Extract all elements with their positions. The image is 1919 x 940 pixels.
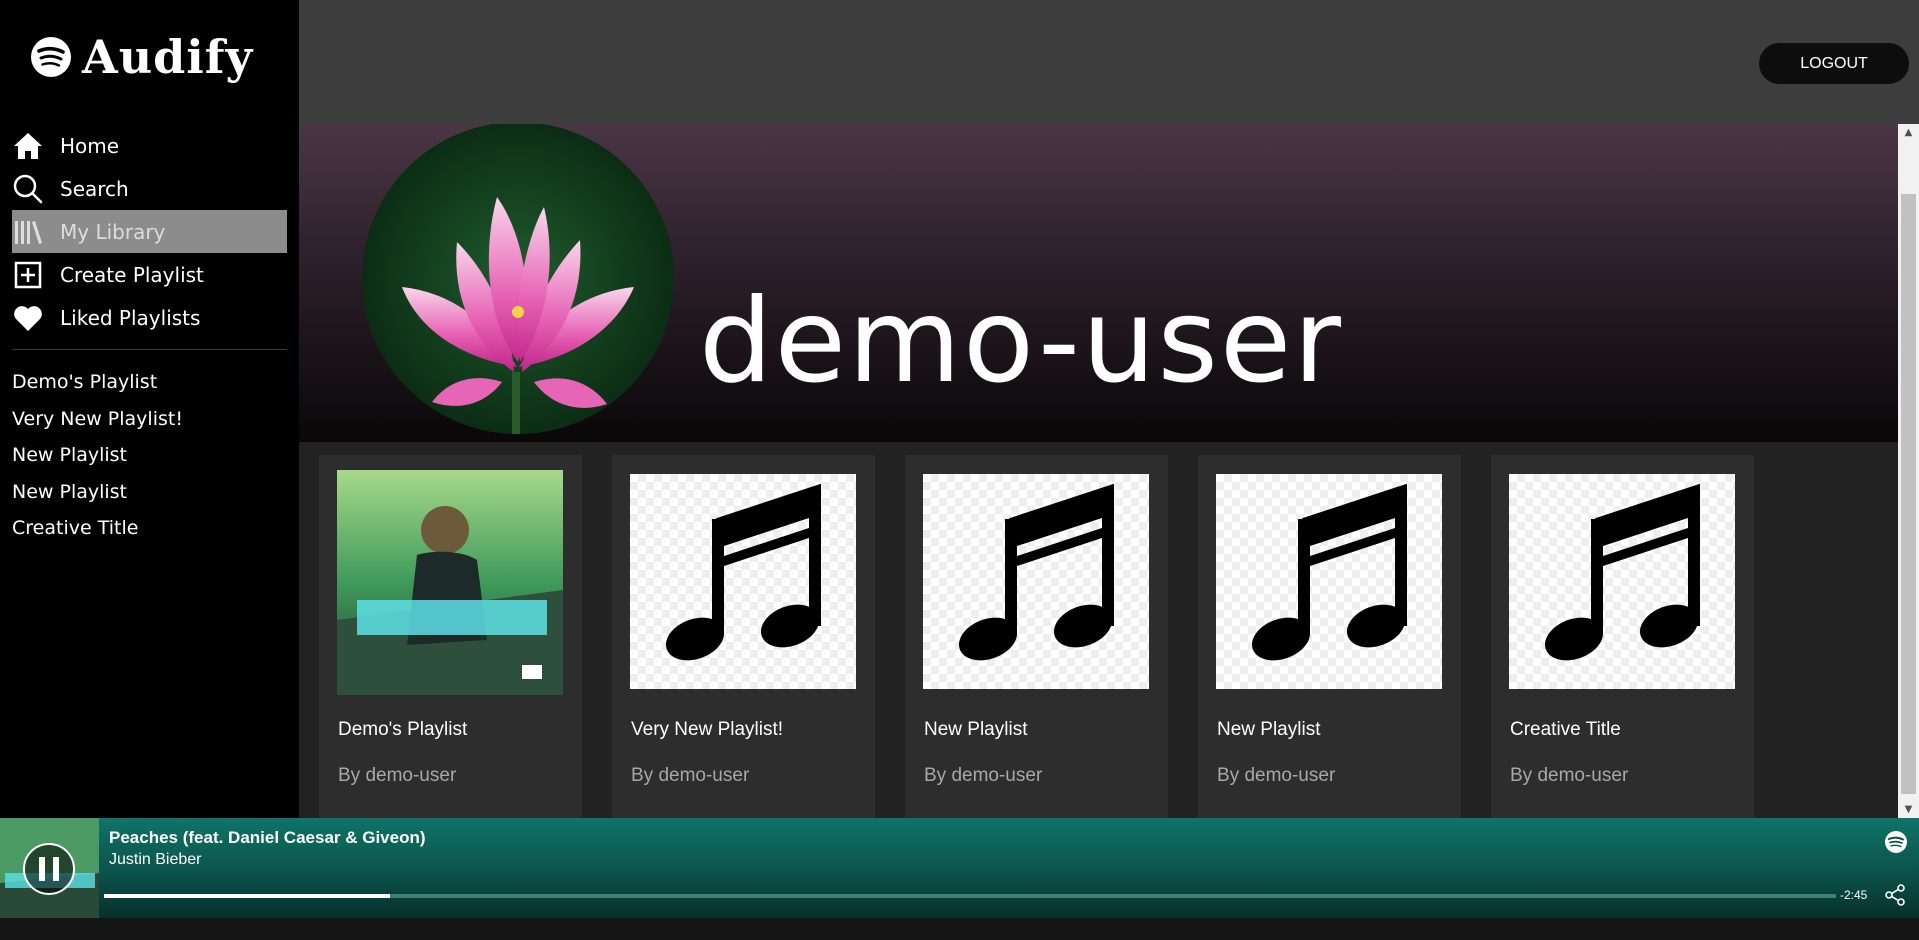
playlist-card[interactable]: Demo's Playlist By demo-user [319,455,582,818]
lotus-flower-image [362,124,674,434]
playlist-card[interactable]: Very New Playlist! By demo-user [612,455,875,818]
playlist-card[interactable]: Creative Title By demo-user [1491,455,1754,818]
sidebar-playlist-list: Demo's Playlist Very New Playlist! New P… [12,368,183,551]
profile-header: demo-user [299,124,1898,442]
home-icon [12,130,44,162]
pause-button[interactable] [23,843,75,895]
track-artist: Justin Bieber [109,851,202,868]
nav-my-library[interactable]: My Library [12,210,287,253]
playlist-card-title: Very New Playlist! [631,719,784,740]
nav-home[interactable]: Home [12,124,287,167]
app-logo[interactable]: Audify [30,30,253,84]
profile-username: demo-user [699,274,1343,409]
nav-liked-playlists-label: Liked Playlists [60,305,201,330]
main-scrollbar[interactable]: ▲ ▼ [1898,124,1919,818]
sidebar: Audify Home Search My Library Create Pla… [0,0,299,818]
playlist-card[interactable]: New Playlist By demo-user [1198,455,1461,818]
library-icon [12,216,44,248]
nav-create-playlist[interactable]: Create Playlist [12,253,287,296]
main-nav: Home Search My Library Create Playlist L… [12,124,287,339]
bottom-strip [0,918,1919,940]
nav-search[interactable]: Search [12,167,287,210]
playlist-card-owner: By demo-user [631,765,750,786]
time-remaining: -2:45 [1840,888,1868,902]
scroll-up-arrow-icon[interactable]: ▲ [1898,124,1919,141]
playlist-card-title: New Playlist [924,719,1028,740]
scroll-down-arrow-icon[interactable]: ▼ [1898,801,1919,818]
sidebar-playlist-item[interactable]: New Playlist [12,441,183,478]
nav-home-label: Home [60,133,120,158]
nav-liked-playlists[interactable]: Liked Playlists [12,296,287,339]
spotify-icon[interactable] [1884,830,1908,854]
share-icon[interactable] [1884,884,1906,906]
sidebar-playlist-item[interactable]: Demo's Playlist [12,368,183,405]
playlist-card-title: Creative Title [1510,719,1621,740]
sidebar-playlist-item[interactable]: Creative Title [12,514,183,551]
plus-square-icon [12,259,44,291]
music-note-icon [1509,474,1735,689]
spotify-logo-icon [30,32,72,82]
app-name: Audify [82,30,254,84]
nav-my-library-label: My Library [60,219,166,244]
pause-icon [39,857,45,881]
playlist-card-owner: By demo-user [338,765,457,786]
heart-icon [12,302,44,334]
playlist-card-title: New Playlist [1217,719,1321,740]
track-title: Peaches (feat. Daniel Caesar & Giveon) [109,828,426,847]
nav-search-label: Search [60,176,129,201]
sidebar-playlist-item[interactable]: New Playlist [12,478,183,515]
scrollbar-thumb[interactable] [1901,194,1916,794]
progress-fill [104,894,390,898]
now-playing-bar: Peaches (feat. Daniel Caesar & Giveon) J… [0,818,1919,918]
music-note-icon [630,474,856,689]
pause-icon-bar [53,857,59,881]
main-content: demo-user Demo's Playlist By demo-user V… [299,124,1898,818]
playlist-card-owner: By demo-user [1217,765,1336,786]
search-icon [12,173,44,205]
playlist-card-owner: By demo-user [1510,765,1629,786]
logout-button[interactable]: LOGOUT [1759,43,1909,84]
top-bar [299,0,1919,124]
playlist-card-title: Demo's Playlist [338,719,468,740]
music-note-icon [1216,474,1442,689]
album-cover-image [337,470,563,695]
playback-progress-bar[interactable] [104,894,1836,898]
sidebar-divider [12,349,287,350]
playlist-card[interactable]: New Playlist By demo-user [905,455,1168,818]
profile-avatar [362,124,674,434]
sidebar-playlist-item[interactable]: Very New Playlist! [12,405,183,442]
playlist-card-owner: By demo-user [924,765,1043,786]
music-note-icon [923,474,1149,689]
nav-create-playlist-label: Create Playlist [60,262,204,287]
